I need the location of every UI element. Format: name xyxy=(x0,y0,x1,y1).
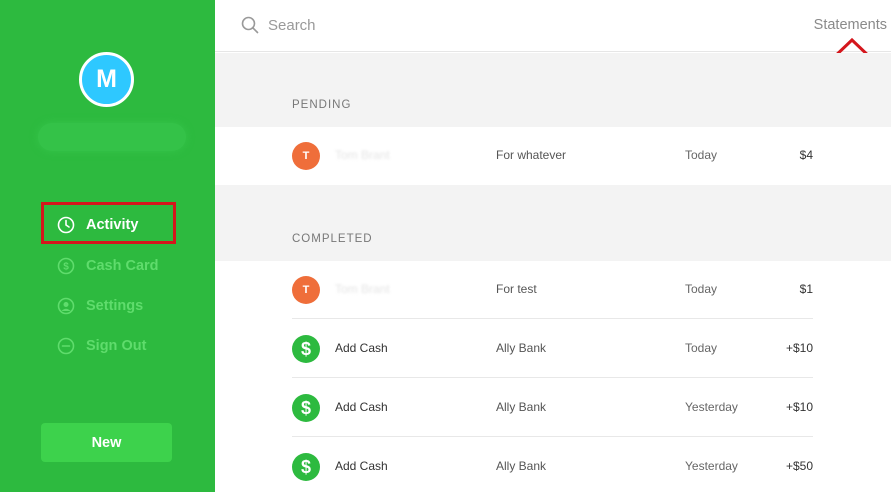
nav-label-settings: Settings xyxy=(86,298,144,314)
payment-note: Ally Bank xyxy=(496,459,547,473)
annotation-highlight-box xyxy=(41,202,176,244)
payment-note: Ally Bank xyxy=(496,400,547,414)
minus-circle-icon xyxy=(57,337,75,355)
new-button[interactable]: New xyxy=(41,423,172,462)
transaction-title: Add Cash xyxy=(335,400,388,414)
user-circle-icon xyxy=(57,297,75,315)
row-divider xyxy=(292,436,813,437)
contact-avatar: T xyxy=(292,276,320,304)
row-divider xyxy=(292,377,813,378)
profile-avatar[interactable]: M xyxy=(79,52,134,107)
sidebar: M Activity $ Cash Card Settings Sign Out… xyxy=(0,0,215,492)
svg-text:$: $ xyxy=(63,262,69,273)
payment-amount: $1 xyxy=(799,282,813,296)
payment-date: Today xyxy=(685,341,718,355)
contact-avatar: T xyxy=(292,142,320,170)
row-divider xyxy=(292,318,813,319)
transaction-title: Add Cash xyxy=(335,341,388,355)
nav-label-cash-card: Cash Card xyxy=(86,258,159,274)
completed-section-label: COMPLETED xyxy=(292,233,373,245)
nav-item-settings[interactable]: Settings xyxy=(57,295,143,317)
pending-list: T Tom Brant For whatever Today $4 xyxy=(215,127,891,185)
pending-section-label: PENDING xyxy=(292,99,352,111)
payment-amount: +$10 xyxy=(785,341,813,355)
payment-date: Today xyxy=(685,282,718,296)
list-item[interactable]: T Tom Brant For test Today $1 xyxy=(215,261,891,319)
dollar-icon: $ xyxy=(292,335,320,363)
completed-list: T Tom Brant For test Today $1 $ Add Cash… xyxy=(215,261,891,492)
nav-item-cash-card[interactable]: $ Cash Card xyxy=(57,255,159,277)
payment-amount: +$10 xyxy=(785,400,813,414)
payment-date: Yesterday xyxy=(685,459,738,473)
activity-feed: PENDING T Tom Brant For whatever Today $… xyxy=(215,53,891,492)
search-input[interactable] xyxy=(268,13,568,37)
nav-item-sign-out[interactable]: Sign Out xyxy=(57,335,146,357)
contact-name-blurred: Tom Brant xyxy=(335,282,390,296)
payment-note: Ally Bank xyxy=(496,341,547,355)
dollar-circle-icon: $ xyxy=(57,257,75,275)
payment-amount: +$50 xyxy=(785,459,813,473)
payment-note: For test xyxy=(496,282,537,296)
statements-link[interactable]: Statements xyxy=(814,17,887,33)
list-item[interactable]: $ Add Cash Ally Bank Today +$10 xyxy=(215,320,891,378)
contact-name-blurred: Tom Brant xyxy=(335,148,390,162)
search-icon xyxy=(241,16,259,34)
transaction-title: Add Cash xyxy=(335,459,388,473)
list-item[interactable]: $ Add Cash Ally Bank Yesterday +$10 xyxy=(215,379,891,437)
list-item[interactable]: $ Add Cash Ally Bank Yesterday +$50 xyxy=(215,438,891,492)
list-item[interactable]: T Tom Brant For whatever Today $4 xyxy=(215,127,891,185)
dollar-icon: $ xyxy=(292,394,320,422)
payment-amount: $4 xyxy=(799,148,813,162)
nav-label-sign-out: Sign Out xyxy=(86,338,147,354)
payment-note: For whatever xyxy=(496,148,567,162)
top-bar: Statements xyxy=(215,0,891,52)
dollar-icon: $ xyxy=(292,453,320,481)
payment-date: Today xyxy=(685,148,718,162)
payment-date: Yesterday xyxy=(685,400,738,414)
profile-name-blurred xyxy=(38,123,186,151)
